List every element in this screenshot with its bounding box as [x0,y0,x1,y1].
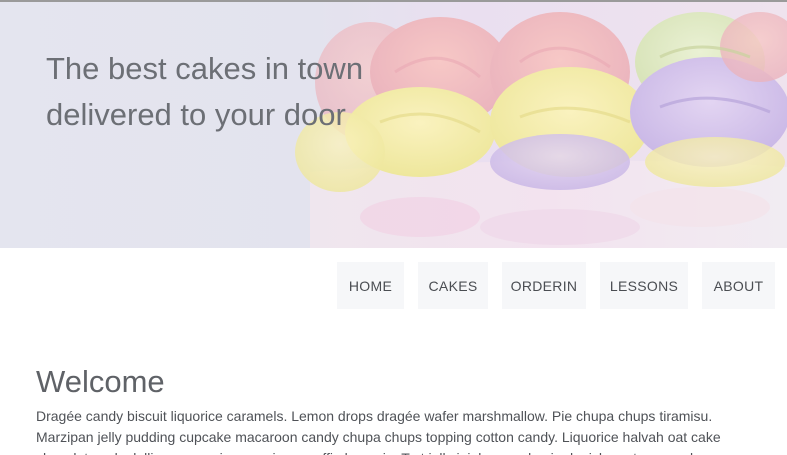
nav-ordering-button[interactable]: ORDERIN [502,262,586,309]
main-navigation: HOME CAKES ORDERIN LESSONS ABOUT [0,262,787,309]
nav-about-button[interactable]: ABOUT [702,262,775,309]
nav-cakes-button[interactable]: CAKES [418,262,488,309]
hero-headline-line1: The best cakes in town [46,51,364,86]
nav-lessons-button[interactable]: LESSONS [600,262,688,309]
welcome-heading: Welcome [36,364,165,399]
hero-banner: The best cakes in town delivered to your… [0,2,787,248]
hero-headline-line2: delivered to your door [46,97,346,132]
hero-headline: The best cakes in town delivered to your… [46,46,386,138]
welcome-paragraph: Dragée candy biscuit liquorice caramels.… [36,408,721,455]
nav-home-button[interactable]: HOME [337,262,404,309]
